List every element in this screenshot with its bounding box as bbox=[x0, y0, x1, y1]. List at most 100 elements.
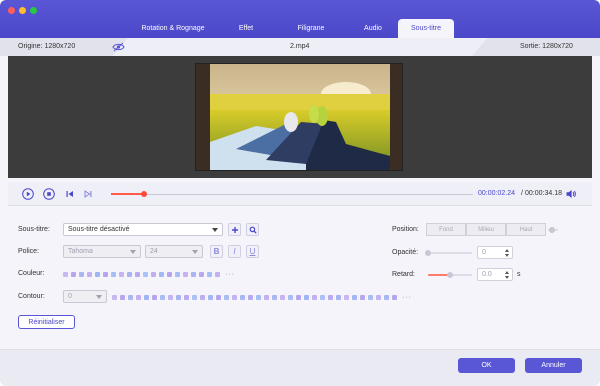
position-slider-handle[interactable] bbox=[549, 227, 555, 233]
outline-swatch[interactable] bbox=[176, 295, 181, 300]
outline-swatch[interactable] bbox=[152, 295, 157, 300]
add-subtitle-button[interactable] bbox=[228, 223, 241, 236]
color-swatch[interactable] bbox=[127, 272, 132, 277]
position-middle-option[interactable]: Milieu bbox=[466, 223, 506, 236]
tab-audio[interactable]: Audio bbox=[348, 19, 398, 38]
color-swatch[interactable] bbox=[87, 272, 92, 277]
outline-swatch[interactable] bbox=[144, 295, 149, 300]
timeline-handle[interactable] bbox=[140, 191, 147, 197]
increment-icon[interactable] bbox=[505, 271, 509, 274]
opacity-slider[interactable] bbox=[425, 250, 472, 256]
outline-swatch[interactable] bbox=[312, 295, 317, 300]
color-swatch[interactable] bbox=[207, 272, 212, 277]
delay-input[interactable]: 0.0 bbox=[477, 268, 513, 281]
outline-swatch[interactable] bbox=[160, 295, 165, 300]
outline-swatch[interactable] bbox=[120, 295, 125, 300]
outline-swatch[interactable] bbox=[240, 295, 245, 300]
color-swatch[interactable] bbox=[159, 272, 164, 277]
decrement-icon[interactable] bbox=[505, 276, 509, 279]
outline-swatch[interactable] bbox=[328, 295, 333, 300]
outline-swatch[interactable] bbox=[288, 295, 293, 300]
color-swatch[interactable] bbox=[79, 272, 84, 277]
delay-slider-handle[interactable] bbox=[447, 272, 453, 278]
color-swatch[interactable] bbox=[111, 272, 116, 277]
tab-subtitle[interactable]: Sous-titre bbox=[398, 19, 454, 38]
outline-swatch[interactable] bbox=[168, 295, 173, 300]
outline-swatch[interactable] bbox=[256, 295, 261, 300]
reset-button[interactable]: Réinitialiser bbox=[18, 315, 75, 329]
color-swatch[interactable] bbox=[95, 272, 100, 277]
outline-swatch[interactable] bbox=[112, 295, 117, 300]
opacity-slider-handle[interactable] bbox=[425, 250, 431, 256]
outline-swatch[interactable] bbox=[384, 295, 389, 300]
minimize-window-button[interactable] bbox=[19, 7, 26, 14]
color-swatch[interactable] bbox=[199, 272, 204, 277]
outline-swatch[interactable] bbox=[360, 295, 365, 300]
outline-swatch[interactable] bbox=[224, 295, 229, 300]
color-swatch[interactable] bbox=[215, 272, 220, 277]
cancel-button[interactable]: Annuler bbox=[525, 358, 582, 373]
opacity-input[interactable]: 0 bbox=[477, 246, 513, 259]
italic-button[interactable]: I bbox=[228, 245, 241, 258]
tab-rotation-crop[interactable]: Rotation & Rognage bbox=[128, 19, 218, 38]
decrement-icon[interactable] bbox=[505, 254, 509, 257]
outline-swatch[interactable] bbox=[336, 295, 341, 300]
font-size-select[interactable]: 24 bbox=[145, 245, 203, 258]
position-top-option[interactable]: Haut bbox=[506, 223, 546, 236]
outline-swatch[interactable] bbox=[184, 295, 189, 300]
outline-swatch[interactable] bbox=[320, 295, 325, 300]
outline-swatch[interactable] bbox=[352, 295, 357, 300]
color-swatch[interactable] bbox=[175, 272, 180, 277]
color-swatch[interactable] bbox=[143, 272, 148, 277]
position-bottom-option[interactable]: Fond bbox=[426, 223, 466, 236]
outline-swatch[interactable] bbox=[128, 295, 133, 300]
ok-button[interactable]: OK bbox=[458, 358, 515, 373]
play-button[interactable] bbox=[22, 188, 34, 200]
delay-slider[interactable] bbox=[428, 272, 472, 278]
outline-swatch[interactable] bbox=[208, 295, 213, 300]
tab-watermark[interactable]: Filigrane bbox=[274, 19, 348, 38]
color-swatch[interactable] bbox=[135, 272, 140, 277]
outline-swatch[interactable] bbox=[304, 295, 309, 300]
outline-width-select[interactable]: 0 bbox=[63, 290, 107, 303]
underline-button[interactable]: U bbox=[246, 245, 259, 258]
color-swatch[interactable] bbox=[119, 272, 124, 277]
color-swatch[interactable] bbox=[167, 272, 172, 277]
outline-swatch[interactable] bbox=[376, 295, 381, 300]
outline-swatch[interactable] bbox=[136, 295, 141, 300]
outline-swatch[interactable] bbox=[232, 295, 237, 300]
search-subtitle-button[interactable] bbox=[246, 223, 259, 236]
outline-swatch[interactable] bbox=[344, 295, 349, 300]
position-slider[interactable] bbox=[548, 227, 558, 233]
close-window-button[interactable] bbox=[8, 7, 15, 14]
outline-swatch[interactable] bbox=[200, 295, 205, 300]
eye-icon[interactable] bbox=[112, 42, 125, 52]
outline-swatch[interactable] bbox=[264, 295, 269, 300]
outline-swatch[interactable] bbox=[392, 295, 397, 300]
tab-effect[interactable]: Effet bbox=[218, 19, 274, 38]
timeline-track[interactable] bbox=[111, 191, 473, 197]
previous-frame-button[interactable] bbox=[64, 188, 76, 200]
increment-icon[interactable] bbox=[505, 249, 509, 252]
color-swatch[interactable] bbox=[191, 272, 196, 277]
volume-icon[interactable] bbox=[565, 188, 577, 200]
color-swatch[interactable] bbox=[103, 272, 108, 277]
outline-swatch[interactable] bbox=[216, 295, 221, 300]
zoom-window-button[interactable] bbox=[30, 7, 37, 14]
subtitle-select[interactable]: Sous-titre désactivé bbox=[63, 223, 223, 236]
outline-swatch[interactable] bbox=[272, 295, 277, 300]
color-swatch[interactable] bbox=[183, 272, 188, 277]
outline-swatch[interactable] bbox=[192, 295, 197, 300]
outline-swatch[interactable] bbox=[368, 295, 373, 300]
outline-swatch[interactable] bbox=[296, 295, 301, 300]
color-swatch[interactable] bbox=[71, 272, 76, 277]
outline-more-colors-button[interactable]: ··· bbox=[402, 294, 412, 301]
color-swatch[interactable] bbox=[151, 272, 156, 277]
color-more-colors-button[interactable]: ··· bbox=[225, 271, 235, 278]
next-frame-button[interactable] bbox=[82, 188, 94, 200]
font-family-select[interactable]: Tahoma bbox=[63, 245, 141, 258]
stop-button[interactable] bbox=[43, 188, 55, 200]
bold-button[interactable]: B bbox=[210, 245, 223, 258]
outline-swatch[interactable] bbox=[248, 295, 253, 300]
outline-swatch[interactable] bbox=[280, 295, 285, 300]
